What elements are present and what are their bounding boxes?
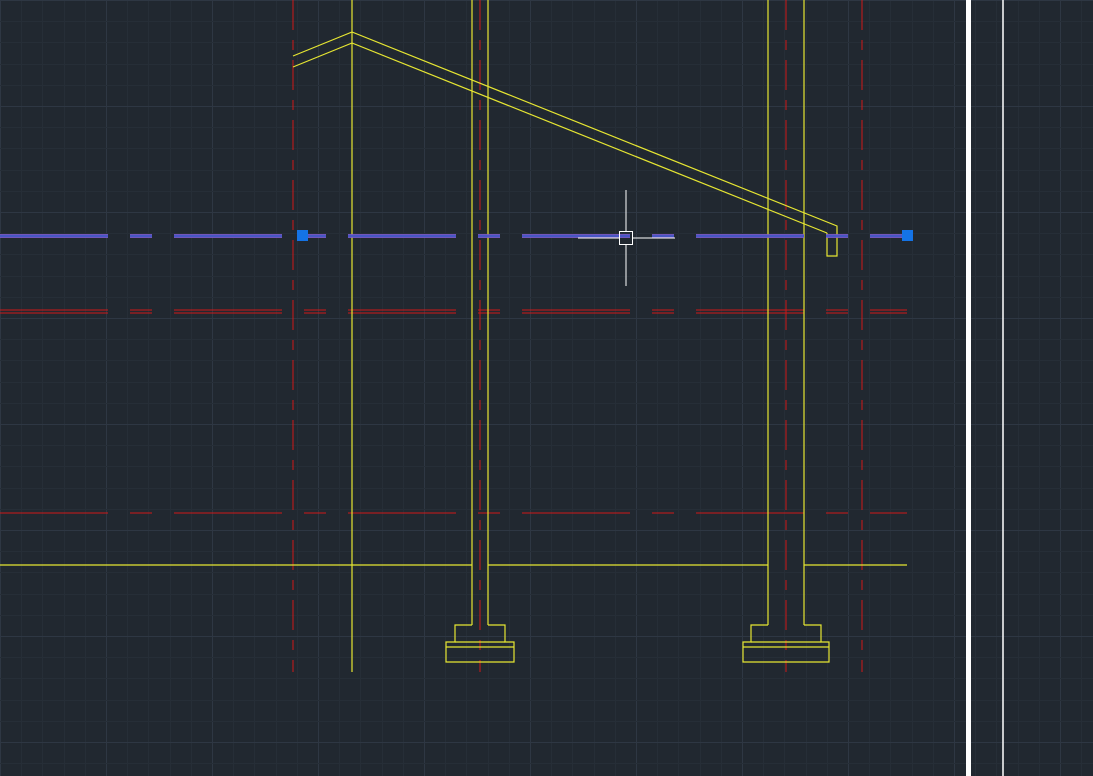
- cad-drawing-canvas[interactable]: [0, 0, 1093, 776]
- canvas-background: [0, 0, 1093, 776]
- grip-icon[interactable]: [297, 230, 308, 241]
- viewport-border-thick: [966, 0, 971, 776]
- drawing-area[interactable]: [0, 0, 1093, 776]
- grip-icon[interactable]: [902, 230, 913, 241]
